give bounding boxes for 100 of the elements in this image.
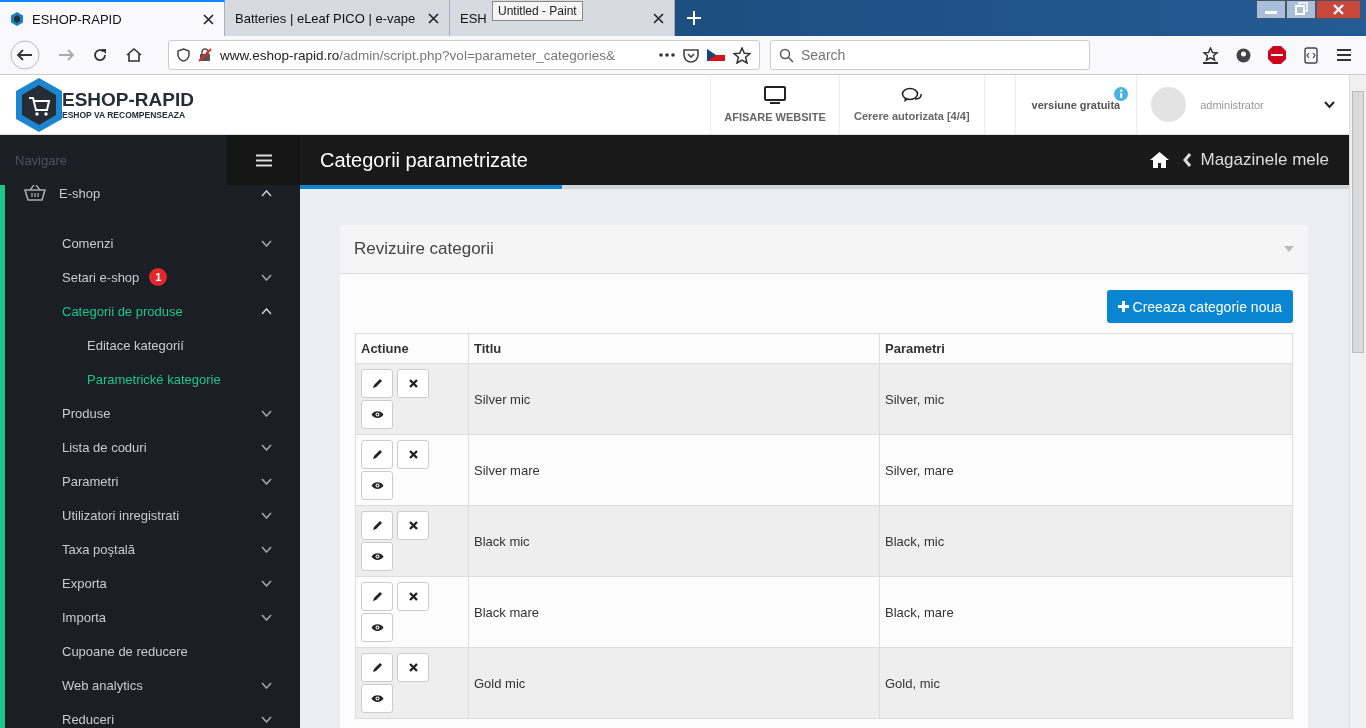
- sidebar-item[interactable]: Categorii de produse: [0, 294, 300, 328]
- close-tab-icon[interactable]: [203, 13, 214, 25]
- delete-button[interactable]: [397, 511, 429, 540]
- eye-icon: [370, 623, 384, 632]
- edit-button[interactable]: [361, 511, 393, 540]
- view-button[interactable]: [361, 613, 393, 642]
- sidebar-item[interactable]: Cupoane de reducere: [0, 634, 300, 668]
- table-cell: Silver, mic: [879, 363, 1293, 435]
- restore-icon[interactable]: [1286, 0, 1316, 19]
- avatar-icon: [1151, 87, 1187, 122]
- card-title: Revizuire categorii: [354, 239, 494, 259]
- home-icon[interactable]: [126, 47, 142, 63]
- close-icon: [408, 379, 418, 388]
- delete-button[interactable]: [397, 582, 429, 611]
- create-category-button[interactable]: Creeaza categorie noua: [1106, 290, 1293, 323]
- browser-tab[interactable]: ESHOP-RAPID: [0, 0, 225, 36]
- header-action[interactable]: AFISARE WEBSITE: [710, 75, 839, 134]
- page-title: Categorii parametrizate: [320, 148, 529, 172]
- delete-button[interactable]: [397, 440, 429, 469]
- header-action[interactable]: Cerere autorizata [4/4]: [839, 75, 985, 134]
- column-header: Actiune: [355, 333, 469, 364]
- eye-icon: [370, 410, 384, 419]
- delete-button[interactable]: [397, 653, 429, 682]
- more-icon[interactable]: [659, 53, 675, 57]
- chevron-down-icon: [1324, 100, 1335, 109]
- account-icon[interactable]: [1236, 47, 1251, 63]
- table-cell: Gold, mic: [879, 647, 1293, 719]
- eye-icon: [370, 481, 384, 490]
- new-tab-icon[interactable]: [687, 11, 701, 25]
- sidebar-item[interactable]: Reduceri: [0, 702, 300, 728]
- close-icon: [408, 450, 418, 459]
- chevron-left-icon: [1183, 153, 1193, 167]
- logo-subtitle: ESHOP VA RECOMPENSEAZA: [62, 109, 187, 120]
- sidebar-item[interactable]: Parametrické kategorie: [0, 362, 300, 396]
- sidebar-item[interactable]: Importa: [0, 600, 300, 634]
- pencil-icon: [371, 520, 383, 531]
- flag-icon: [707, 49, 725, 61]
- sidebar-item[interactable]: Taxa poştală: [0, 532, 300, 566]
- edit-button[interactable]: [361, 369, 393, 398]
- table-cell: Gold mic: [468, 647, 880, 719]
- close-tab-icon[interactable]: [653, 12, 664, 24]
- table-cell: Black mic: [468, 505, 880, 577]
- table-cell: Black, mare: [879, 576, 1293, 648]
- table-cell: Black, mic: [879, 505, 1293, 577]
- shield-icon: [177, 48, 190, 62]
- menu-toggle-button[interactable]: [227, 135, 300, 185]
- tooltip: Untitled - Paint: [492, 1, 583, 21]
- sidebar-item[interactable]: Parametri: [0, 464, 300, 498]
- pencil-icon: [371, 449, 383, 460]
- version-label: versiune gratuita: [1031, 98, 1121, 111]
- menu-icon[interactable]: [1336, 48, 1352, 62]
- view-button[interactable]: [361, 400, 393, 429]
- view-button[interactable]: [361, 684, 393, 713]
- sidebar-item[interactable]: Exporta: [0, 566, 300, 600]
- column-header: Titlu: [468, 333, 880, 364]
- minimize-icon[interactable]: [1256, 0, 1286, 19]
- table-cell: Black mare: [468, 576, 880, 648]
- sidebar-item[interactable]: Web analytics: [0, 668, 300, 702]
- plus-icon: [1117, 301, 1129, 312]
- sidebar-item[interactable]: Produse: [0, 396, 300, 430]
- pocket-icon[interactable]: [683, 47, 699, 63]
- edit-button[interactable]: [361, 582, 393, 611]
- close-icon: [408, 521, 418, 530]
- sidebar-item[interactable]: Comenzi: [0, 226, 300, 260]
- edit-button[interactable]: [361, 653, 393, 682]
- site-logo-icon: [10, 12, 24, 26]
- notification-badge: 1: [149, 268, 168, 286]
- search-field[interactable]: Search: [770, 40, 1090, 70]
- sidebar-item[interactable]: E-shop: [0, 185, 300, 201]
- monitor-icon: [764, 86, 786, 105]
- view-button[interactable]: [361, 471, 393, 500]
- menu-icon: [255, 153, 272, 167]
- view-button[interactable]: [361, 542, 393, 571]
- bookmark-star-icon[interactable]: [733, 46, 751, 64]
- pencil-icon: [371, 591, 383, 602]
- back-icon[interactable]: [10, 40, 40, 70]
- sidebar-item[interactable]: Setari e-shop 1: [0, 260, 300, 294]
- column-header: Parametri: [879, 333, 1293, 364]
- sidebar-item[interactable]: Editace kategorií: [0, 328, 300, 362]
- logo-title: ESHOP-RAPID: [62, 89, 194, 110]
- pencil-icon: [371, 378, 383, 389]
- code-scroll-icon[interactable]: [1303, 46, 1319, 64]
- pencil-icon: [371, 662, 383, 673]
- sidebar-item[interactable]: Utilizatori inregistrati: [0, 498, 300, 532]
- scrollbar[interactable]: [1349, 75, 1366, 728]
- table-cell: Silver mare: [468, 434, 880, 506]
- sidebar-item[interactable]: Lista de coduri: [0, 430, 300, 464]
- address-bar[interactable]: www.eshop-rapid.ro/admin/script.php?vol=parameter_categories&: [168, 40, 760, 70]
- close-tab-icon[interactable]: [428, 12, 439, 24]
- table-cell: Silver, mare: [879, 434, 1293, 506]
- reload-icon[interactable]: [92, 47, 108, 63]
- home-icon[interactable]: [1150, 152, 1170, 168]
- breadcrumb-link[interactable]: Magazinele mele: [1183, 150, 1329, 170]
- table-cell: Silver mic: [468, 363, 880, 435]
- browser-tab[interactable]: Batteries | eLeaf PICO | e-vape: [225, 0, 450, 36]
- edit-button[interactable]: [361, 440, 393, 469]
- bookmarks-star-icon[interactable]: [1202, 46, 1219, 64]
- close-icon[interactable]: [1316, 0, 1361, 19]
- basket-icon: [24, 185, 46, 201]
- delete-button[interactable]: [397, 369, 429, 398]
